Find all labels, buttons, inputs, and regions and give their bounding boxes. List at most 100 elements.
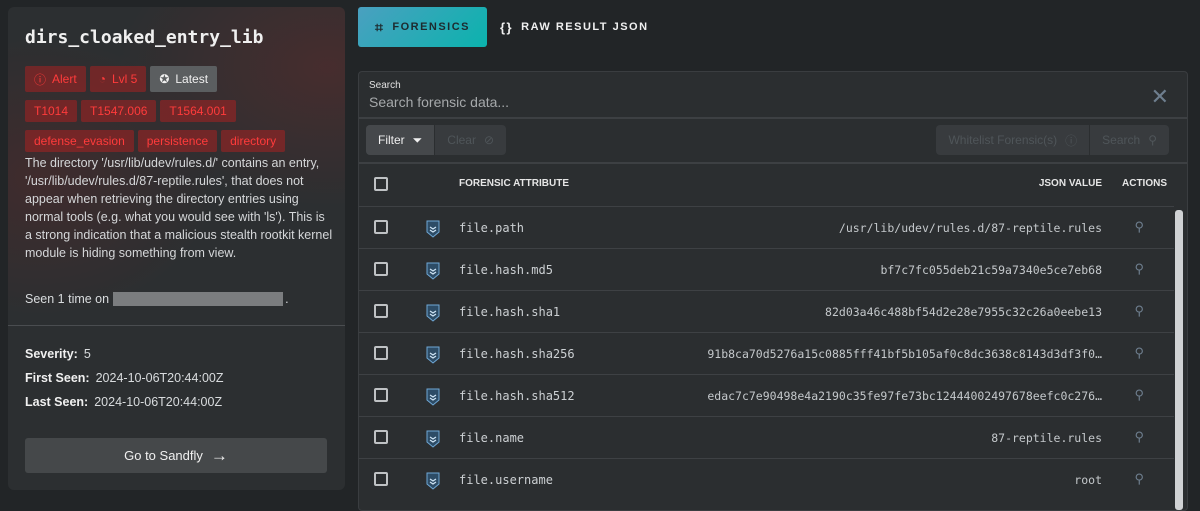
row-checkbox[interactable] [374,304,388,318]
table-row: file.name 87-reptile.rules ⚲ [359,416,1174,458]
table-row: file.path /usr/lib/udev/rules.d/87-repti… [359,206,1174,248]
gauge-icon: ◔ [98,72,106,86]
forensic-attribute: file.hash.sha512 [459,389,575,403]
row-checkbox[interactable] [374,262,388,276]
button-label: Filter [378,133,405,147]
level-badge: ◔ Lvl 5 [89,66,147,92]
search-icon[interactable]: ⚲ [1134,471,1144,487]
button-label: Search [1102,133,1141,147]
filter-group: Filter ⏷ Clear ⊘ [366,125,507,155]
table-row: file.username root ⚲ [359,458,1174,500]
json-value: edac7c7e90498e4a2190c35fe97fe73bc1244400… [707,389,1102,403]
json-icon: {} [500,19,514,35]
row-checkbox[interactable] [374,220,388,234]
search-icon[interactable]: ⚲ [1134,261,1144,277]
tab-forensics[interactable]: ⌗ FORENSICS [358,7,487,47]
shield-chevron-icon [426,472,440,490]
header-actions: ACTIONS [1122,178,1167,189]
forensic-attribute: file.hash.sha1 [459,305,561,319]
alert-detail-card: dirs_cloaked_entry_lib ⓘ Alert ◔ Lvl 5 ✪ La… [8,7,345,490]
search-icon[interactable]: ⚲ [1134,387,1144,403]
severity: Severity: 5 [25,347,91,361]
button-label: Clear [447,133,476,147]
search-icon[interactable]: ⚲ [1134,429,1144,445]
search-label: Search [369,80,401,91]
shield-chevron-icon [426,430,440,448]
shield-chevron-icon [426,304,440,322]
table-row: file.hash.sha1 82d03a46c488bf54d2e28e795… [359,290,1174,332]
json-value: /usr/lib/udev/rules.d/87-reptile.rules [838,221,1102,235]
seen-suffix: . [285,292,289,306]
divider [359,162,1187,164]
seen-info: Seen 1 time on. [25,292,289,306]
tag: directory [221,130,286,152]
shield-chevron-icon [426,346,440,364]
search-icon[interactable]: ⚲ [1134,219,1144,235]
search-icon: ⚲ [1148,133,1157,147]
redacted-host [113,292,284,306]
shield-chevron-icon [426,388,440,406]
shield-chevron-icon [426,262,440,280]
select-all-checkbox[interactable] [374,177,388,191]
severity-label: Severity: [25,347,78,361]
latest-badge: ✪ Latest [150,66,218,92]
table-row: file.hash.sha256 91b8ca70d5276a15c0885ff… [359,332,1174,374]
json-value: 91b8ca70d5276a15c0885fff41bf5b105af0c8dc… [707,347,1102,361]
header-attribute: FORENSIC ATTRIBUTE [459,178,569,189]
tag: T1014 [25,100,78,122]
alert-circle-icon: ⓘ [1065,133,1078,148]
alert-description: The directory '/usr/lib/udev/rules.d/' c… [25,156,333,260]
row-checkbox[interactable] [374,346,388,360]
last-seen-label: Last Seen: [25,395,89,409]
search-icon[interactable]: ⚲ [1134,345,1144,361]
row-checkbox[interactable] [374,430,388,444]
forensic-attribute: file.username [459,473,553,487]
filter-off-icon: ⊘ [483,133,495,147]
go-to-sandfly-button[interactable]: Go to Sandfly → [25,438,327,473]
last-seen: Last Seen: 2024-10-06T20:44:00Z [25,395,222,409]
forensic-attribute: file.hash.md5 [459,263,553,277]
last-seen-value: 2024-10-06T20:44:00Z [94,395,223,409]
tag: defense_evasion [25,130,134,152]
tab-raw-result-json[interactable]: {} RAW RESULT JSON [500,7,649,47]
filter-button[interactable]: Filter ⏷ [366,125,435,155]
alert-circle-icon: ⓘ [34,72,47,87]
badge-alert-icon: ✪ [159,72,170,86]
header-json-value: JSON VALUE [1038,178,1102,189]
row-checkbox[interactable] [374,388,388,402]
tag: persistence [137,130,218,152]
scrollbar[interactable] [1175,210,1183,510]
clear-button[interactable]: Clear ⊘ [434,125,506,155]
button-label: Whitelist Forensic(s) [948,133,1058,147]
table-row: file.hash.sha512 edac7c7e90498e4a2190c35… [359,374,1174,416]
arrow-right-icon: → [210,445,228,465]
seen-text: Seen 1 time on [25,292,110,306]
divider [8,325,345,326]
json-value: bf7c7fc055deb21c59a7340e5ce7eb68 [880,263,1102,277]
badge-list: ⓘ Alert ◔ Lvl 5 ✪ Latest T1014 T1547.006 T1… [25,66,335,152]
whitelist-button[interactable]: Whitelist Forensic(s) ⓘ [936,125,1089,155]
forensics-panel: Search ✕ Filter ⏷ Clear ⊘ Whitelist Forens… [358,71,1188,511]
close-icon[interactable]: ✕ [1151,84,1169,110]
forensic-attribute: file.name [459,431,525,445]
tab-label: RAW RESULT JSON [521,21,649,33]
json-value: 87-reptile.rules [991,431,1102,445]
tag: T1564.001 [160,100,236,122]
table-row: file.hash.md5 bf7c7fc055deb21c59a7340e5c… [359,248,1174,290]
search-button[interactable]: Search ⚲ [1089,125,1169,155]
first-seen-label: First Seen: [25,371,90,385]
severity-value: 5 [83,347,91,361]
search-icon[interactable]: ⚲ [1134,303,1144,319]
alert-badge: ⓘ Alert [25,66,86,92]
first-seen: First Seen: 2024-10-06T20:44:00Z [25,371,223,385]
shield-chevron-icon [426,220,440,238]
json-value: root [1074,473,1102,487]
json-value: 82d03a46c488bf54d2e28e7955c32c26a0eebe13 [825,305,1102,319]
search-input[interactable] [369,94,1129,110]
filter-icon: ⏷ [412,132,423,147]
row-checkbox[interactable] [374,472,388,486]
divider [359,117,1187,119]
tab-label: FORENSICS [392,21,471,33]
forensic-attribute: file.hash.sha256 [459,347,575,361]
badge-label: Latest [175,72,209,86]
